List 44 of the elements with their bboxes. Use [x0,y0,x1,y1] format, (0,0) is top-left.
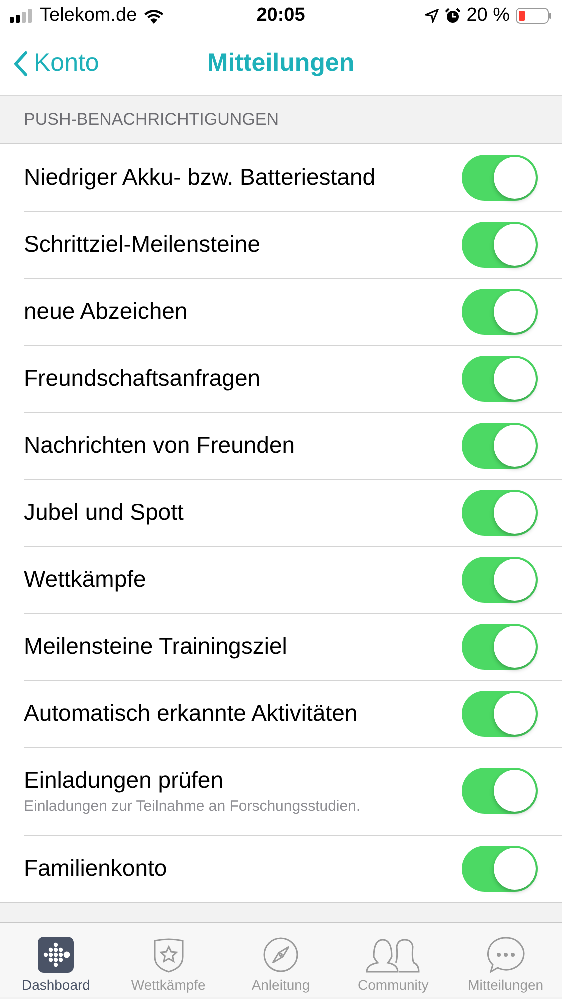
back-button[interactable]: Konto [0,48,106,79]
tab-bar-item[interactable]: Wettkämpfe [112,923,225,997]
setting-label: Niedriger Akku- bzw. Batteriestand [24,164,377,191]
toggle-switch[interactable] [462,768,538,814]
toggle-switch[interactable] [462,624,538,670]
setting-label: Jubel und Spott [24,499,185,526]
back-chevron-icon [14,50,28,76]
chat-bubble-icon [486,937,525,973]
toggle-switch[interactable] [462,846,538,892]
toggle-switch[interactable] [462,222,538,268]
screen-title: Mitteilungen [207,49,355,77]
setting-label: Freundschaftsanfragen [24,365,262,392]
setting-label: Familienkonto [24,855,168,882]
setting-label: Automatisch erkannte Aktivitäten [24,700,359,727]
alarm-clock-icon [444,8,461,24]
tab-bar-item[interactable]: Community [337,923,450,997]
wifi-icon [143,8,166,24]
clock-time: 20:05 [256,5,306,27]
setting-label: Einladungen prüfen [24,767,224,794]
location-arrow-icon [424,9,439,23]
toggle-switch[interactable] [462,422,538,468]
toggle-switch[interactable] [462,556,538,602]
section-header: PUSH-BENACHRICHTIGUNGEN [24,110,280,130]
toggle-switch[interactable] [462,690,538,736]
battery-percent: 20 % [466,5,510,27]
carrier-name: Telekom.de [40,5,138,27]
people-icon [366,937,420,973]
setting-label: Nachrichten von Freunden [24,432,296,459]
tab-bar-item[interactable]: Anleitung [224,923,338,997]
tab-bar-item[interactable]: Mitteilungen [450,923,562,997]
setting-description: Einladungen zur Teilnahme an Forschungsstudien. [24,798,362,815]
setting-label: Meilensteine Trainingsziel [24,633,288,660]
toggle-switch[interactable] [462,356,538,402]
toggle-switch[interactable] [462,490,538,536]
toggle-switch[interactable] [462,288,538,334]
toggle-switch[interactable] [462,154,538,200]
battery-icon [516,8,552,24]
fitness-logo-icon [38,937,74,973]
setting-label: Schrittziel-Meilensteine [24,231,262,258]
tab-bar-item[interactable]: Dashboard [0,923,112,997]
setting-label: Wettkämpfe [24,566,148,593]
setting-label: neue Abzeichen [24,298,189,325]
signal-icon [10,9,34,23]
compass-icon [263,937,300,973]
